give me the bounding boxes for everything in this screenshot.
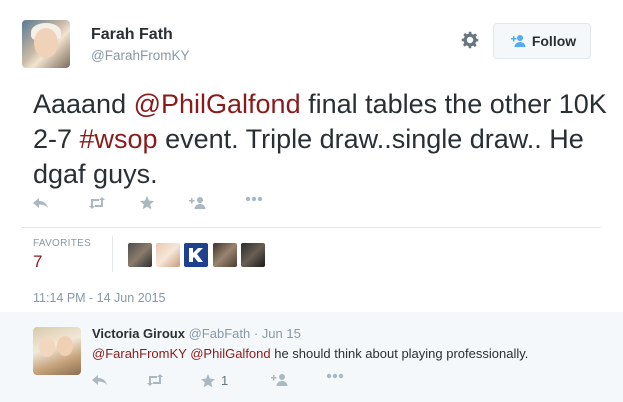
reply-icon[interactable] [33, 196, 49, 210]
reply-mention-2[interactable]: @PhilGalfond [190, 346, 270, 361]
avatar-face [57, 336, 73, 356]
favoriter-avatar[interactable] [213, 243, 237, 267]
reply-mention-1[interactable]: @FarahFromKY [92, 346, 187, 361]
reply-actions: 1 [0, 373, 623, 393]
mention-link[interactable]: @PhilGalfond [134, 89, 301, 119]
avatar-face [34, 28, 58, 58]
reply-avatar[interactable] [33, 327, 81, 375]
tweet-text-start: Aaaand [33, 89, 134, 119]
favoriter-avatar[interactable] [128, 243, 152, 267]
author-avatar[interactable] [22, 20, 70, 68]
reply-text: @FarahFromKY @PhilGalfond he should thin… [92, 346, 528, 361]
kentucky-logo-icon [189, 248, 203, 262]
tweet-timestamp[interactable]: 11:14 PM - 14 Jun 2015 [33, 291, 166, 305]
tweet-actions [0, 196, 623, 216]
follow-button[interactable]: Follow [493, 23, 591, 59]
more-icon[interactable] [245, 196, 263, 202]
follow-icon[interactable] [189, 196, 207, 210]
reply-favorite-count: 1 [221, 373, 229, 388]
divider [22, 227, 601, 228]
avatar-face [39, 337, 55, 357]
follow-icon[interactable] [271, 373, 289, 387]
author-handle[interactable]: @FarahFromKY [91, 48, 189, 63]
favoriter-avatar[interactable] [184, 243, 208, 267]
retweet-icon[interactable] [88, 196, 106, 210]
favorite-icon[interactable]: 1 [201, 373, 228, 388]
reply-date[interactable]: Jun 15 [262, 326, 301, 341]
tweet-text: Aaaand @PhilGalfond final tables the oth… [33, 87, 613, 192]
stats-separator [112, 236, 113, 272]
reply-body: he should think about playing profession… [270, 346, 529, 361]
favorites-label: FAVORITES [33, 238, 92, 249]
retweet-icon[interactable] [146, 373, 164, 387]
author-name[interactable]: Farah Fath [91, 26, 173, 44]
reply-author-name[interactable]: Victoria Giroux [92, 326, 185, 341]
reply-icon[interactable] [92, 373, 108, 387]
favoriter-avatar[interactable] [241, 243, 265, 267]
gear-icon[interactable] [459, 29, 481, 51]
favorites-count[interactable]: 7 [33, 252, 42, 272]
hashtag-link[interactable]: #wsop [80, 124, 158, 154]
favoriter-avatar[interactable] [156, 243, 180, 267]
reply-separator: · [250, 326, 262, 341]
add-user-icon [510, 35, 526, 47]
reply-author-handle[interactable]: @FabFath [189, 326, 251, 341]
favorite-icon[interactable] [140, 196, 154, 210]
follow-label: Follow [531, 33, 577, 49]
reply-header: Victoria Giroux @FabFath · Jun 15 [92, 326, 301, 341]
more-icon[interactable] [326, 373, 344, 379]
